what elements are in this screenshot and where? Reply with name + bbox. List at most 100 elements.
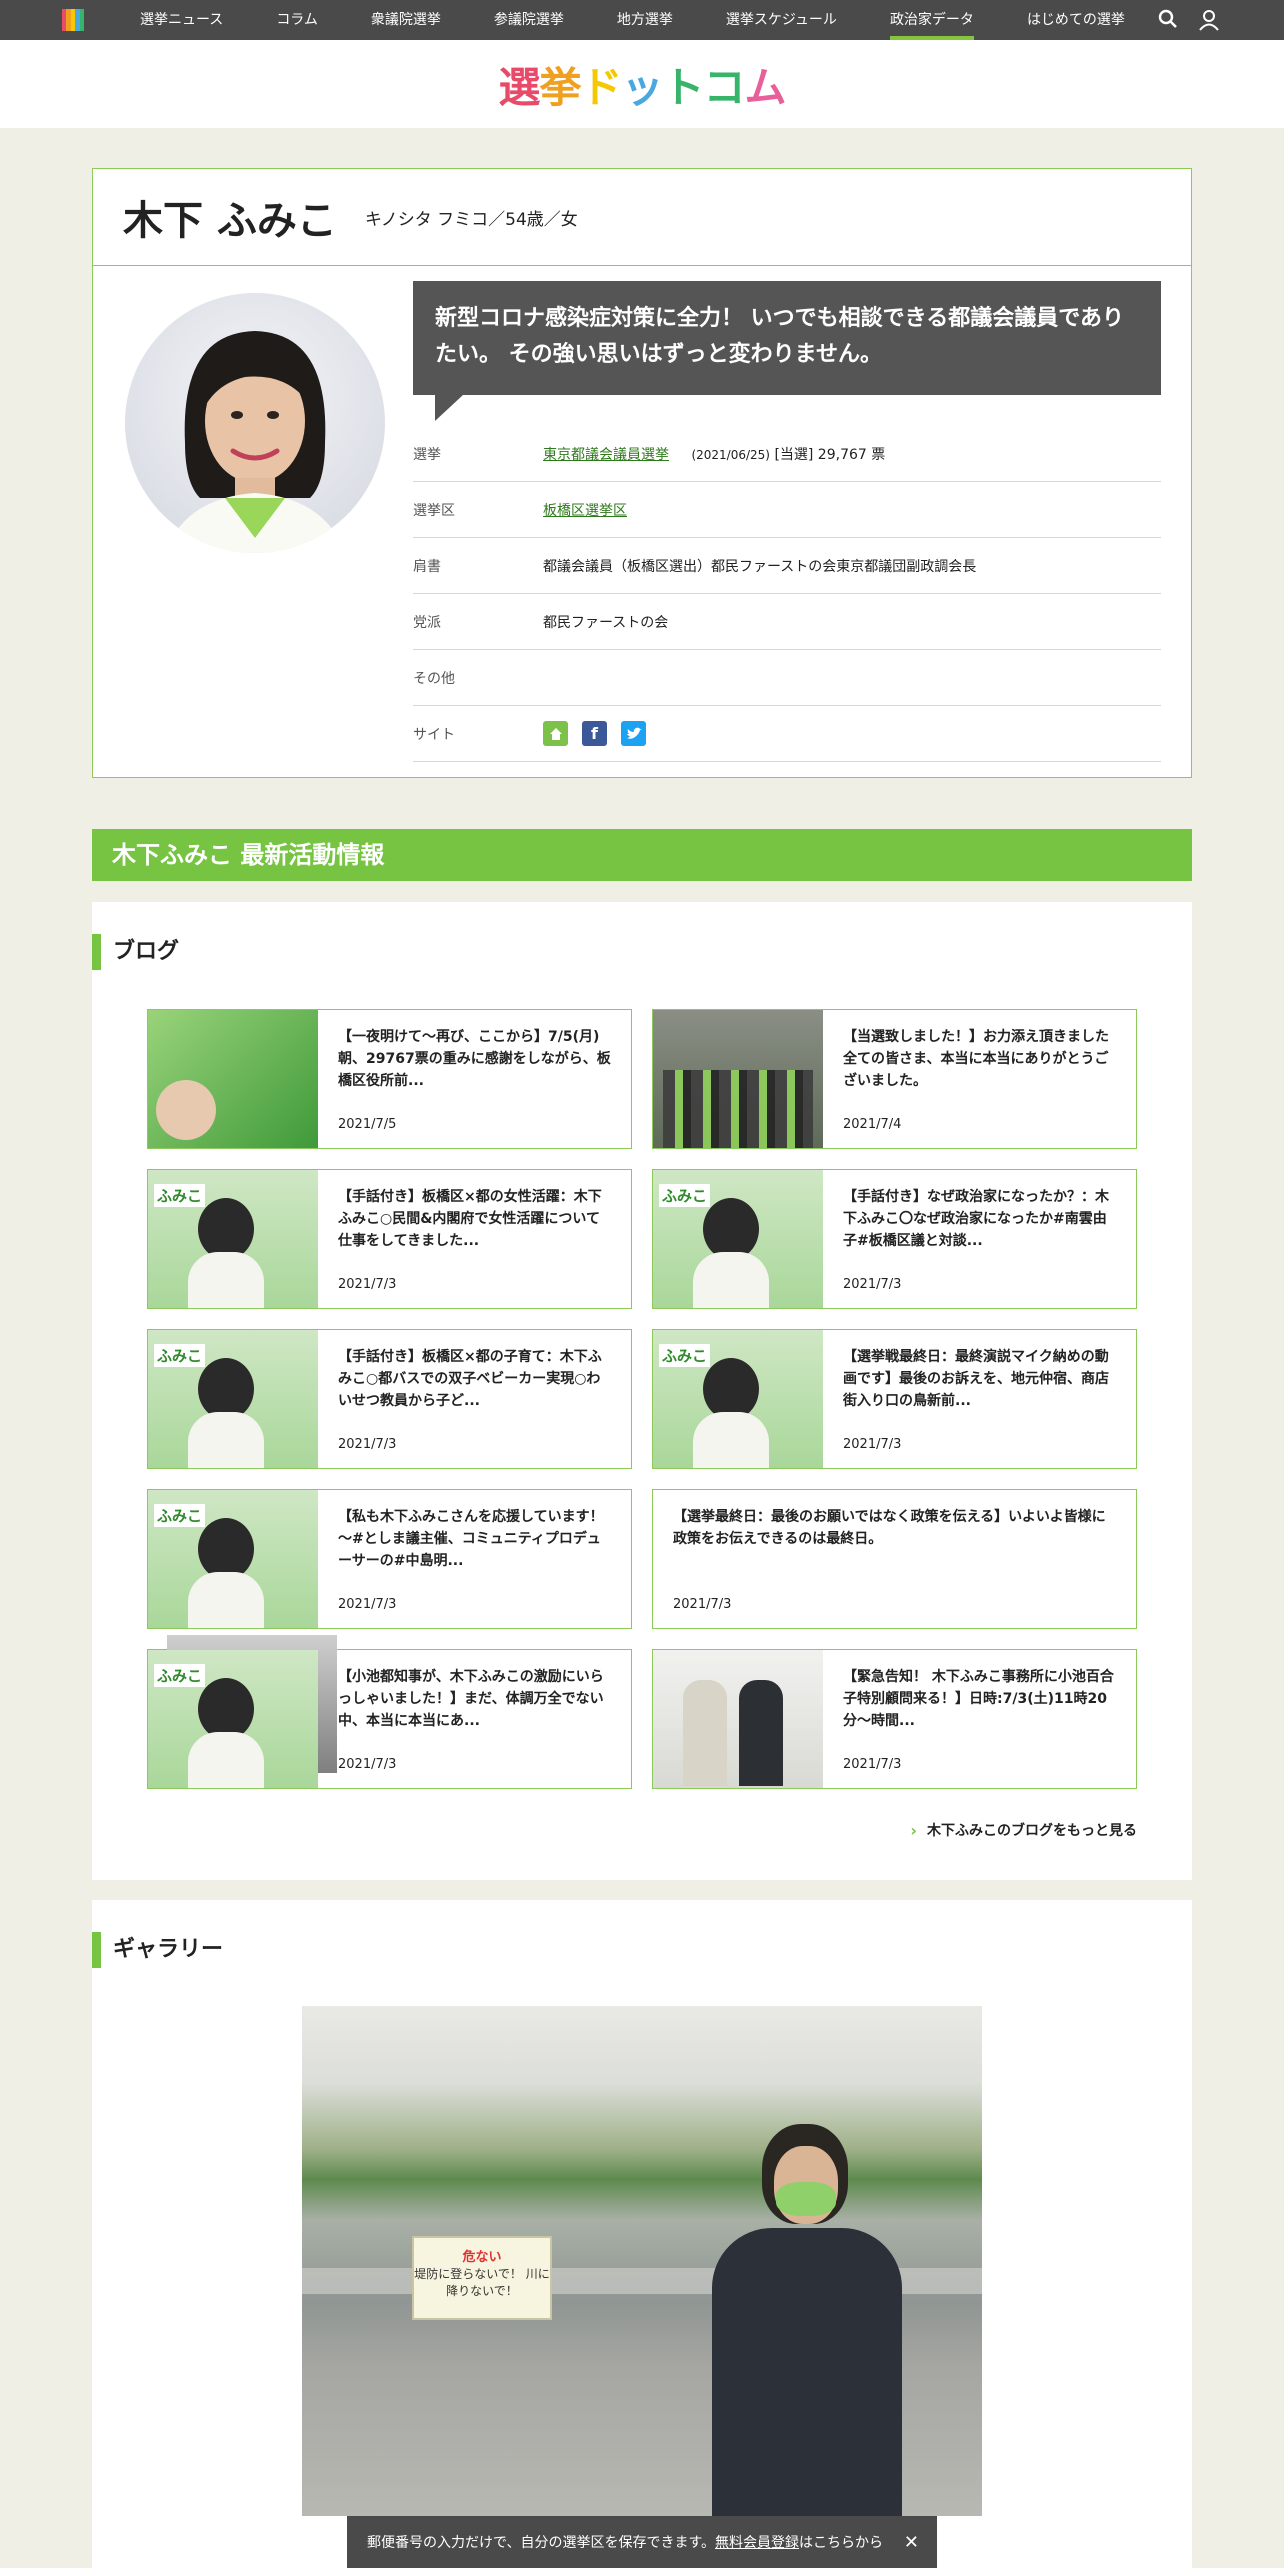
activity-section-heading: 木下ふみこ 最新活動情報 bbox=[92, 829, 1192, 881]
election-result: [当選] 29,767 票 bbox=[774, 446, 886, 463]
blog-title: 【緊急告知！ 木下ふみこ事務所に小池百合子特別顧問来る！】日時:7/3(土)11… bbox=[843, 1669, 1114, 1729]
info-row-election: 選挙 東京都議会議員選挙 (2021/06/25) [当選] 29,767 票 bbox=[413, 426, 1161, 482]
election-date: (2021/06/25) bbox=[691, 447, 770, 462]
blog-thumbnail: ふみこ bbox=[148, 1330, 318, 1468]
blog-panel: ブログ 【一夜明けて〜再び、ここから】7/5(月)朝、29767票の重みに感謝を… bbox=[92, 902, 1192, 1880]
blog-card[interactable]: 【緊急告知！ 木下ふみこ事務所に小池百合子特別顧問来る！】日時:7/3(土)11… bbox=[652, 1649, 1137, 1789]
nav-item-upper-house[interactable]: 参議院選挙 bbox=[466, 0, 589, 40]
gallery-panel: ギャラリー 危ない 堤防に登らないで！ 川に降りないで！ bbox=[92, 1900, 1192, 2568]
blog-thumbnail: ふみこ bbox=[148, 1650, 318, 1788]
party-value: 都民ファーストの会 bbox=[543, 614, 669, 631]
blog-date: 2021/7/3 bbox=[338, 1437, 397, 1452]
blog-thumbnail: ふみこ bbox=[653, 1170, 823, 1308]
blog-title: 【手話付き】板橋区×都の子育て：木下ふみこ○都バスでの双子ベビーカー実現○わいせ… bbox=[338, 1349, 602, 1409]
thumbnail-tag: ふみこ bbox=[154, 1344, 206, 1367]
nav-item-first-election[interactable]: はじめての選挙 bbox=[999, 0, 1150, 40]
blog-card[interactable]: 【当選致しました！】お力添え頂きました全ての皆さま、本当に本当にありがとうござい… bbox=[652, 1009, 1137, 1149]
info-row-other: その他 bbox=[413, 650, 1161, 706]
search-icon[interactable] bbox=[1158, 9, 1178, 31]
gallery-heading: ギャラリー bbox=[92, 1932, 223, 1968]
blog-title: 【選挙最終日：最後のお願いではなく政策を伝える】いよいよ皆様に政策をお伝えできる… bbox=[673, 1509, 1106, 1547]
banner-text-after: はこちらから bbox=[799, 2535, 884, 2551]
blog-more-label: 木下ふみこのブログをもっと見る bbox=[927, 1823, 1137, 1839]
nav-item-local[interactable]: 地方選挙 bbox=[589, 0, 698, 40]
blog-thumbnail bbox=[148, 1010, 318, 1148]
nav-item-schedule[interactable]: 選挙スケジュール bbox=[698, 0, 862, 40]
photo-person bbox=[702, 2124, 902, 2516]
facebook-icon[interactable]: f bbox=[582, 721, 607, 746]
blog-heading: ブログ bbox=[92, 934, 179, 970]
election-link[interactable]: 東京都議会議員選挙 bbox=[543, 447, 669, 463]
site-mini-logo[interactable] bbox=[62, 9, 85, 31]
blog-date: 2021/7/3 bbox=[843, 1277, 902, 1292]
site-logo[interactable]: 選挙ドットコム bbox=[498, 54, 786, 115]
info-label: 選挙 bbox=[413, 446, 441, 463]
politician-name: 木下 ふみこ bbox=[123, 197, 337, 244]
top-nav: 選挙ニュース コラム 衆議院選挙 参議院選挙 地方選挙 選挙スケジュール 政治家… bbox=[0, 0, 1284, 40]
district-link[interactable]: 板橋区選挙区 bbox=[543, 503, 627, 519]
profile-info-table: 選挙 東京都議会議員選挙 (2021/06/25) [当選] 29,767 票 … bbox=[413, 426, 1161, 762]
blog-card-grid: 【一夜明けて〜再び、ここから】7/5(月)朝、29767票の重みに感謝をしながら… bbox=[147, 1009, 1137, 1789]
info-row-site: サイト f bbox=[413, 706, 1161, 762]
blog-card[interactable]: ふみこ 【手話付き】なぜ政治家になったか？：木下ふみこ〇なぜ政治家になったか#南… bbox=[652, 1169, 1137, 1309]
blog-date: 2021/7/5 bbox=[338, 1117, 397, 1132]
blog-title: 【当選致しました！】お力添え頂きました全ての皆さま、本当に本当にありがとうござい… bbox=[843, 1029, 1109, 1089]
profile-name-bar: 木下 ふみこ キノシタ フミコ／54歳／女 bbox=[93, 169, 1191, 266]
thumbnail-tag: ふみこ bbox=[154, 1664, 206, 1687]
blog-title: 【手話付き】なぜ政治家になったか？：木下ふみこ〇なぜ政治家になったか#南雲由子#… bbox=[843, 1189, 1109, 1249]
twitter-icon[interactable] bbox=[621, 721, 646, 746]
blog-date: 2021/7/3 bbox=[338, 1277, 397, 1292]
info-label: 党派 bbox=[413, 614, 441, 631]
blog-date: 2021/7/3 bbox=[338, 1597, 397, 1612]
blog-card[interactable]: 【一夜明けて〜再び、ここから】7/5(月)朝、29767票の重みに感謝をしながら… bbox=[147, 1009, 632, 1149]
thumbnail-tag: ふみこ bbox=[659, 1344, 711, 1367]
user-icon[interactable] bbox=[1198, 9, 1220, 31]
thumbnail-tag: ふみこ bbox=[154, 1504, 206, 1527]
blog-thumbnail: ふみこ bbox=[148, 1170, 318, 1308]
site-header: 選挙ドットコム bbox=[0, 40, 1284, 128]
blog-date: 2021/7/3 bbox=[843, 1757, 902, 1772]
blog-title: 【小池都知事が、木下ふみこの激励にいらっしゃいました！】まだ、体調万全でない中、… bbox=[338, 1669, 604, 1729]
blog-date: 2021/7/3 bbox=[673, 1597, 732, 1612]
home-icon[interactable] bbox=[543, 721, 568, 746]
blog-card[interactable]: ふみこ 【手話付き】板橋区×都の子育て：木下ふみこ○都バスでの双子ベビーカー実現… bbox=[147, 1329, 632, 1469]
close-icon[interactable]: ✕ bbox=[904, 2532, 919, 2553]
blog-card[interactable]: ふみこ 【手話付き】板橋区×都の女性活躍：木下ふみこ○民間&内閣府で女性活躍につ… bbox=[147, 1169, 632, 1309]
politician-quote: 新型コロナ感染症対策に全力！ いつでも相談できる都議会議員でありたい。 その強い… bbox=[413, 281, 1161, 421]
nav-item-lower-house[interactable]: 衆議院選挙 bbox=[343, 0, 466, 40]
blog-date: 2021/7/3 bbox=[843, 1437, 902, 1452]
banner-text: 郵便番号の入力だけで、自分の選挙区を保存できます。 bbox=[367, 2535, 716, 2551]
nav-item-politician-data[interactable]: 政治家データ bbox=[862, 0, 999, 40]
info-label: 肩書 bbox=[413, 558, 441, 575]
info-row-title: 肩書 都議会議員（板橋区選出）都民ファーストの会東京都議団副政調会長 bbox=[413, 538, 1161, 594]
blog-title: 【一夜明けて〜再び、ここから】7/5(月)朝、29767票の重みに感謝をしながら… bbox=[338, 1029, 611, 1089]
profile-card: 木下 ふみこ キノシタ フミコ／54歳／女 新型コロナ感染症対策に全力！ いつで… bbox=[92, 168, 1192, 778]
info-row-party: 党派 都民ファーストの会 bbox=[413, 594, 1161, 650]
gallery-photo[interactable]: 危ない 堤防に登らないで！ 川に降りないで！ bbox=[302, 2006, 982, 2516]
blog-thumbnail: ふみこ bbox=[148, 1490, 318, 1628]
blog-card[interactable]: ふみこ 【選挙戦最終日：最終演説マイク納めの動画です】最後のお訴えを、地元仲宿、… bbox=[652, 1329, 1137, 1469]
blog-thumbnail bbox=[653, 1650, 823, 1788]
photo-sign-title: 危ない bbox=[462, 2250, 502, 2265]
blog-card[interactable]: 【選挙最終日：最後のお願いではなく政策を伝える】いよいよ皆様に政策をお伝えできる… bbox=[167, 1489, 1137, 1773]
blog-title: 【選挙戦最終日：最終演説マイク納めの動画です】最後のお訴えを、地元仲宿、商店街入… bbox=[843, 1349, 1109, 1409]
photo-sign-text: 堤防に登らないで！ 川に降りないで！ bbox=[414, 2267, 550, 2298]
signup-link[interactable]: 無料会員登録 bbox=[715, 2532, 799, 2552]
thumbnail-tag: ふみこ bbox=[659, 1184, 711, 1207]
blog-more-link[interactable]: › 木下ふみこのブログをもっと見る bbox=[910, 1820, 1137, 1840]
blog-card[interactable]: ふみこ 【小池都知事が、木下ふみこの激励にいらっしゃいました！】まだ、体調万全で… bbox=[147, 1649, 632, 1789]
photo-sign: 危ない 堤防に登らないで！ 川に降りないで！ bbox=[412, 2236, 552, 2320]
blog-title: 【手話付き】板橋区×都の女性活躍：木下ふみこ○民間&内閣府で女性活躍について仕事… bbox=[338, 1189, 602, 1249]
blog-date: 2021/7/4 bbox=[843, 1117, 902, 1132]
info-label: サイト bbox=[413, 726, 455, 743]
nav-item-news[interactable]: 選挙ニュース bbox=[112, 0, 248, 40]
signup-banner: 郵便番号の入力だけで、自分の選挙区を保存できます。 無料会員登録 はこちらから … bbox=[347, 2516, 937, 2568]
politician-kana-age-gender: キノシタ フミコ／54歳／女 bbox=[364, 209, 578, 230]
info-label: 選挙区 bbox=[413, 502, 455, 519]
blog-card[interactable]: ふみこ 【私も木下ふみこさんを応援しています！ 〜#としま議主催、コミュニティプ… bbox=[147, 1489, 632, 1629]
politician-photo bbox=[125, 293, 385, 553]
blog-thumbnail bbox=[653, 1010, 823, 1148]
nav-item-column[interactable]: コラム bbox=[248, 0, 343, 40]
thumbnail-tag: ふみこ bbox=[154, 1184, 206, 1207]
chevron-right-icon: › bbox=[910, 1820, 917, 1840]
